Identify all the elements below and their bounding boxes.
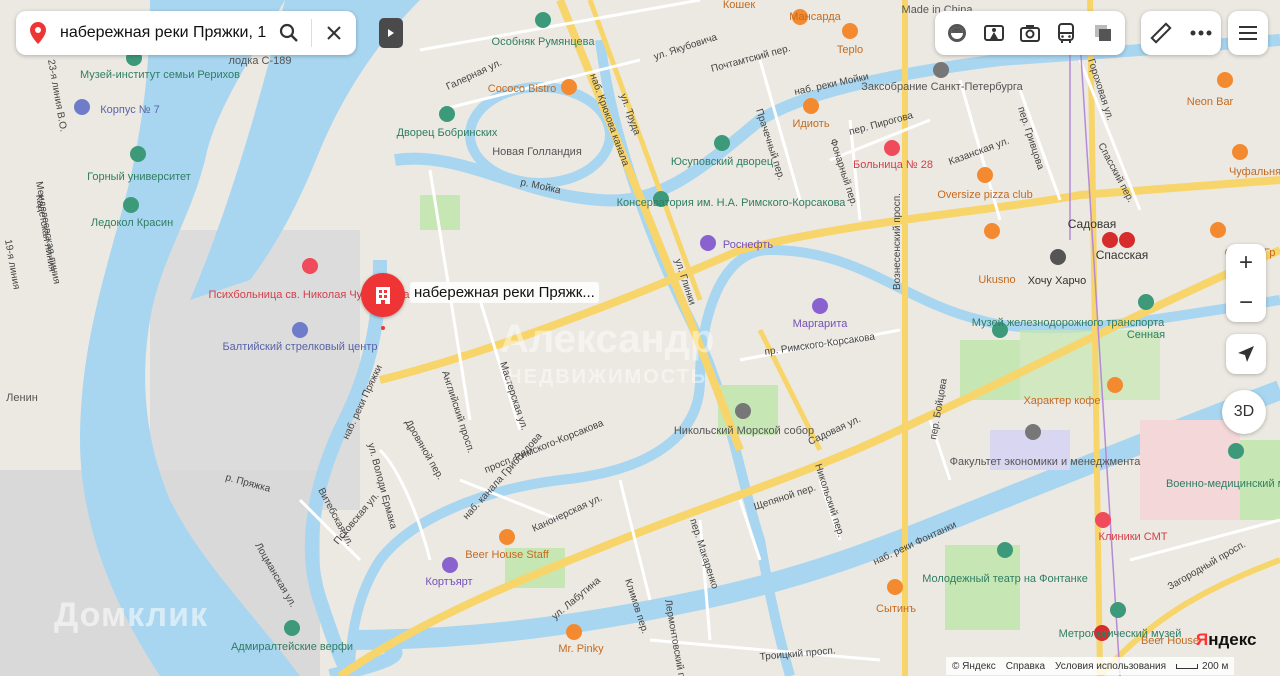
poi-label: Маргарита <box>793 318 849 330</box>
terms-link[interactable]: Условия использования <box>1055 661 1166 672</box>
poi-label: Особняк Румянцева <box>492 36 596 48</box>
menu-button[interactable] <box>1228 11 1268 55</box>
poi-label: Характер кофе <box>1023 395 1100 407</box>
help-link[interactable]: Справка <box>1006 661 1045 672</box>
ruler-icon <box>1150 22 1172 44</box>
poi-label: Балтийский стрелковый центр <box>222 341 377 353</box>
selected-building-marker[interactable] <box>361 273 405 317</box>
search-button[interactable] <box>267 11 311 55</box>
layers-toolbar <box>935 11 1125 55</box>
poi-label: Садовая <box>1068 217 1117 231</box>
my-location-button[interactable] <box>1226 334 1266 374</box>
poi-label: Сытинъ <box>876 603 916 615</box>
collapse-panel-button[interactable] <box>379 18 403 48</box>
zoom-out-button[interactable]: − <box>1226 284 1266 322</box>
search-icon <box>279 23 298 42</box>
poi-label: Спасская <box>1096 248 1149 262</box>
poi-label: Mr. Pinky <box>558 643 604 655</box>
poi-label: Ленин <box>6 392 38 404</box>
poi-label: Военно-медицинский музей <box>1166 478 1280 490</box>
poi-label: Консерватория им. Н.А. Римского-Корсаков… <box>617 197 847 209</box>
poi-label: Никольский Морской собор <box>674 425 814 437</box>
globe-icon <box>948 24 967 42</box>
poi-label: Новая Голландия <box>492 146 582 158</box>
hamburger-icon <box>1239 26 1257 40</box>
poi-label: Кортъярт <box>425 576 472 588</box>
panorama-icon <box>983 25 1004 41</box>
layers-button[interactable] <box>1086 16 1120 50</box>
search-bar[interactable]: набережная реки Пряжки, 18-2 <box>16 11 356 55</box>
agency-watermark-sub: НЕДВИЖИМОСТЬ <box>507 366 708 388</box>
poi-label: Beer House <box>1141 635 1199 647</box>
poi-label: лодка С-189 <box>228 55 291 67</box>
marker-point <box>381 326 385 330</box>
poi-label: Молодежный театр на Фонтанке <box>922 573 1088 585</box>
poi-label: Мансарда <box>789 11 841 23</box>
poi-label: Горный университет <box>87 171 191 183</box>
poi-label: Адмиралтейские верфи <box>231 641 353 653</box>
agency-watermark-main: Александр <box>500 317 715 361</box>
bus-icon <box>1058 23 1075 43</box>
poi-label: Музей железнодорожного транспорта <box>972 317 1165 329</box>
layers-icon <box>1094 25 1111 41</box>
poi-label: Идиоть <box>792 118 829 130</box>
map-footer: © Яндекс Справка Условия использования 2… <box>946 657 1235 675</box>
more-icon <box>1190 30 1212 36</box>
agency-watermark: Александр НЕДВИЖИМОСТЬ <box>500 317 715 396</box>
tools-toolbar <box>1141 11 1221 55</box>
more-button[interactable] <box>1184 16 1218 50</box>
navigation-arrow-icon <box>1238 346 1254 362</box>
building-icon <box>376 287 390 304</box>
close-icon <box>327 26 341 40</box>
poi-label: Заксобрание Санкт-Петербурга <box>861 81 1023 93</box>
clear-search-button[interactable] <box>312 11 356 55</box>
poi-label: Cococo Bistro <box>488 83 556 95</box>
poi-label: Neon Bar <box>1187 96 1234 108</box>
poi-label: Корпус № 7 <box>100 104 160 116</box>
zoom-in-button[interactable]: + <box>1226 244 1266 282</box>
marker-label[interactable]: набережная реки Пряжк... <box>410 282 599 303</box>
poi-label: Ледокол Красин <box>91 217 173 229</box>
ruler-button[interactable] <box>1144 16 1178 50</box>
poi-label: Чуфальня <box>1229 166 1280 178</box>
poi-label: Клиники СМТ <box>1099 531 1168 543</box>
poi-label: Музей-институт семьи Рерихов <box>80 69 240 81</box>
street-label: Вознесенский просп. <box>892 193 903 290</box>
poi-label: Ukusno <box>978 274 1015 286</box>
poi-label: Teplo <box>837 44 863 56</box>
poi-label: Роснефть <box>723 239 774 251</box>
3d-toggle-button[interactable]: 3D <box>1222 390 1266 434</box>
copyright-text: © Яндекс <box>952 660 996 672</box>
map-type-button[interactable] <box>940 16 974 50</box>
location-pin-icon <box>16 22 60 44</box>
poi-label: Хочу Харчо <box>1028 275 1087 287</box>
scale-line <box>1176 663 1199 669</box>
search-input[interactable]: набережная реки Пряжки, 18-2 <box>60 24 267 42</box>
yandex-logo[interactable]: Яндекс <box>1196 630 1256 650</box>
poi-label: Факультет экономики и менеджмента <box>950 456 1142 468</box>
poi-label: Юсуповский дворец <box>671 156 774 168</box>
poi-label: Кошек <box>723 0 755 11</box>
poi-label: Beer House Staff <box>465 549 550 561</box>
logo-rest: ндекс <box>1208 630 1257 649</box>
scale-label: 200 м <box>1202 660 1229 672</box>
photos-button[interactable] <box>1013 16 1047 50</box>
poi-label: Больница № 28 <box>853 159 933 171</box>
scale-bar: 200 м <box>1176 661 1228 672</box>
camera-icon <box>1019 25 1040 42</box>
logo-first-letter: Я <box>1196 630 1209 649</box>
panorama-button[interactable] <box>977 16 1011 50</box>
domclick-watermark: Домклик <box>54 596 209 634</box>
play-icon <box>388 29 394 37</box>
transport-button[interactable] <box>1049 16 1083 50</box>
poi-label: Дворец Бобринских <box>397 127 498 139</box>
poi-label: Сенная <box>1127 329 1165 341</box>
zoom-control: + − <box>1226 244 1266 322</box>
poi-label: Oversize pizza club <box>937 189 1032 201</box>
